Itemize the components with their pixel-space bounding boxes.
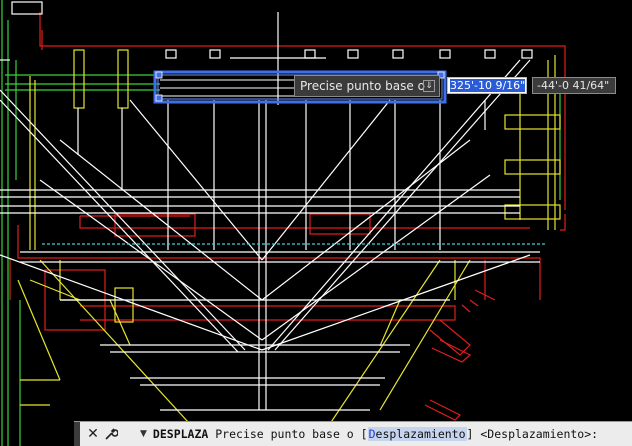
keyword-rest: esplazamiento [375,427,466,441]
keyword-hotkey: D [368,427,376,441]
command-line-grip[interactable] [74,422,80,446]
yellow-line-layer [17,49,561,446]
command-line[interactable]: ✕ ▼ DESPLAZA Precise punto base o [Despl… [74,421,632,446]
grip-handle[interactable] [155,71,163,79]
white-truss-layer [0,1,540,411]
close-icon[interactable]: ✕ [84,424,102,444]
dynamic-input-value-2: -44'-0 41/64" [537,79,610,92]
dynamic-input-value-1: 325'-10 9/16" [450,79,526,92]
drawing-canvas[interactable] [0,0,632,446]
command-prompt-tooltip: Precise punto base o ⇓ [294,75,440,97]
command-prompt: Precise punto base o [ [215,427,368,441]
wrench-icon[interactable] [102,424,120,444]
green-line-layer [1,0,561,446]
dynamic-input-distance[interactable]: 325'-10 9/16" [447,77,527,94]
keyword-option-desplazamiento[interactable]: Desplazamiento [367,427,467,441]
command-line-text[interactable]: DESPLAZA Precise punto base o [Desplazam… [153,427,598,441]
grip-handle[interactable] [155,94,163,102]
dropdown-arrow-icon[interactable]: ▼ [140,429,147,439]
command-prompt-tail: ] <Desplazamiento>: [466,427,599,441]
tooltip-prompt-text: Precise punto base o [300,79,425,93]
command-name: DESPLAZA [152,427,209,441]
dynamic-input-angle[interactable]: -44'-0 41/64" [532,77,616,94]
download-arrow-icon[interactable]: ⇓ [423,80,435,92]
